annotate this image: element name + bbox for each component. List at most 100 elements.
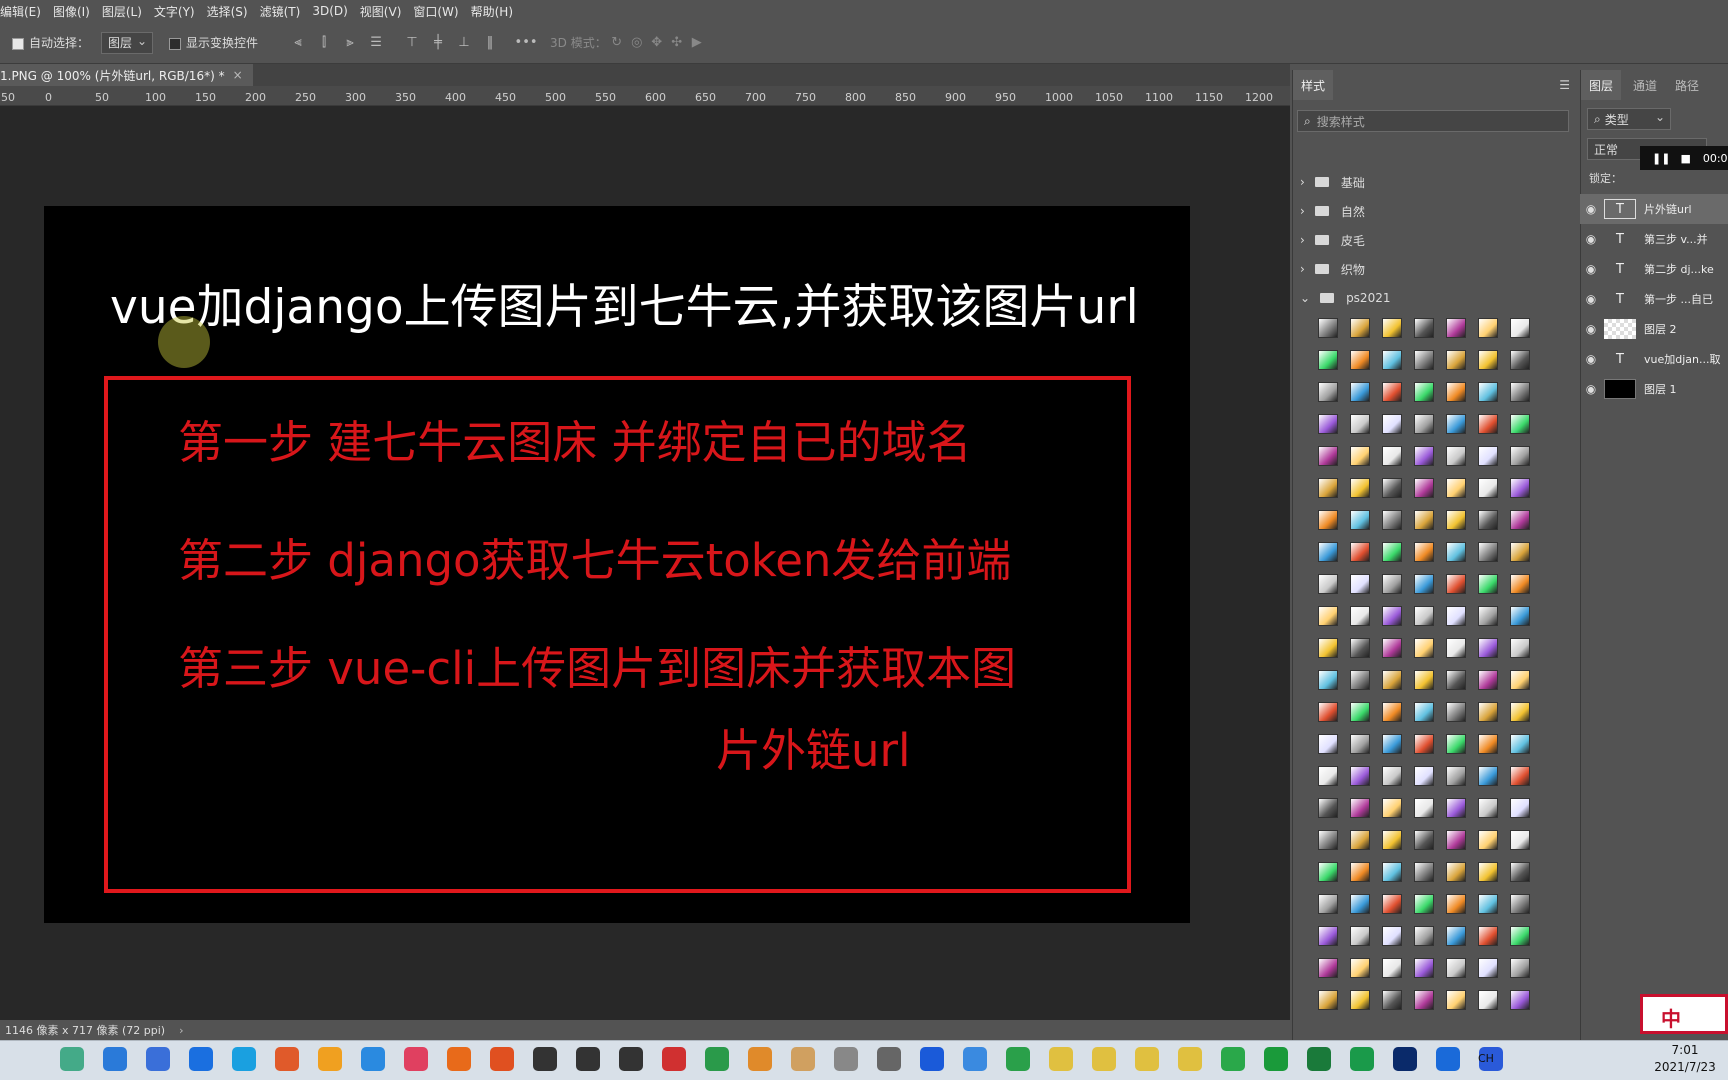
eye-icon[interactable]: ◉ xyxy=(1580,352,1602,366)
style-swatch[interactable] xyxy=(1510,734,1530,754)
style-swatch[interactable] xyxy=(1350,990,1370,1010)
align-center-icon[interactable]: ⫿ xyxy=(314,33,334,53)
taskbar-app-icon[interactable] xyxy=(1307,1047,1331,1071)
style-swatch[interactable] xyxy=(1446,830,1466,850)
style-swatch[interactable] xyxy=(1350,734,1370,754)
style-swatch[interactable] xyxy=(1510,958,1530,978)
style-swatch[interactable] xyxy=(1382,606,1402,626)
style-swatch[interactable] xyxy=(1510,574,1530,594)
menu-select[interactable]: 选择(S) xyxy=(207,3,248,20)
step3-continuation-text[interactable]: 片外链url xyxy=(716,714,911,779)
folder-nature[interactable]: › 自然 xyxy=(1300,201,1365,221)
distribute-icon[interactable]: ☰ xyxy=(366,33,386,53)
document-tab[interactable]: 1.PNG @ 100% (片外链url, RGB/16*) * × xyxy=(0,64,253,86)
style-swatch[interactable] xyxy=(1350,926,1370,946)
taskbar-app-icon[interactable] xyxy=(361,1047,385,1071)
taskbar-app-icon[interactable] xyxy=(1092,1047,1116,1071)
taskbar-app-icon[interactable] xyxy=(103,1047,127,1071)
layer-row-layer2[interactable]: ◉ 图层 2 xyxy=(1580,314,1728,344)
style-swatch[interactable] xyxy=(1318,926,1338,946)
layer-row-text-url[interactable]: ◉ T 片外链url xyxy=(1580,194,1728,224)
style-swatch[interactable] xyxy=(1510,798,1530,818)
style-swatch[interactable] xyxy=(1446,382,1466,402)
style-swatch[interactable] xyxy=(1510,542,1530,562)
taskbar-app-icon[interactable] xyxy=(447,1047,471,1071)
3d-slide-icon[interactable]: ✣ xyxy=(667,33,687,53)
style-swatch[interactable] xyxy=(1318,958,1338,978)
style-swatch[interactable] xyxy=(1446,478,1466,498)
style-swatch[interactable] xyxy=(1478,670,1498,690)
style-swatch[interactable] xyxy=(1478,478,1498,498)
auto-select-option[interactable]: 自动选择： xyxy=(12,34,89,51)
style-swatch[interactable] xyxy=(1318,574,1338,594)
style-swatch[interactable] xyxy=(1446,350,1466,370)
align-top-icon[interactable]: ⊤ xyxy=(402,33,422,53)
style-swatch[interactable] xyxy=(1414,574,1434,594)
style-swatch[interactable] xyxy=(1382,670,1402,690)
taskbar-app-icon[interactable] xyxy=(1135,1047,1159,1071)
style-swatch[interactable] xyxy=(1350,478,1370,498)
style-swatch[interactable] xyxy=(1382,766,1402,786)
style-swatch[interactable] xyxy=(1478,798,1498,818)
style-swatch[interactable] xyxy=(1318,318,1338,338)
taskbar-app-icon[interactable] xyxy=(791,1047,815,1071)
style-swatch[interactable] xyxy=(1478,382,1498,402)
style-swatch[interactable] xyxy=(1478,510,1498,530)
language-indicator[interactable]: CH xyxy=(1478,1052,1494,1065)
style-swatch[interactable] xyxy=(1318,382,1338,402)
step2-text[interactable]: 第二步 django获取七牛云token发给前端 xyxy=(178,524,1011,589)
folder-fabric[interactable]: › 织物 xyxy=(1300,259,1365,279)
stop-icon[interactable]: ■ xyxy=(1680,152,1690,165)
chevron-right-icon[interactable]: › xyxy=(179,1024,183,1037)
style-swatch[interactable] xyxy=(1382,510,1402,530)
taskbar-app-icon[interactable] xyxy=(920,1047,944,1071)
style-swatch[interactable] xyxy=(1510,830,1530,850)
style-swatch[interactable] xyxy=(1414,414,1434,434)
layer-row-title[interactable]: ◉ T vue加djan...取 xyxy=(1580,344,1728,374)
style-swatch[interactable] xyxy=(1318,862,1338,882)
taskbar-app-icon[interactable] xyxy=(1178,1047,1202,1071)
layer-filter-dropdown[interactable]: ⌕ 类型 xyxy=(1587,108,1671,130)
style-swatch[interactable] xyxy=(1446,702,1466,722)
taskbar-app-icon[interactable] xyxy=(318,1047,342,1071)
style-swatch[interactable] xyxy=(1318,542,1338,562)
layer-row-layer1[interactable]: ◉ 图层 1 xyxy=(1580,374,1728,404)
style-swatch[interactable] xyxy=(1478,862,1498,882)
taskbar-app-icon[interactable] xyxy=(1264,1047,1288,1071)
style-swatch[interactable] xyxy=(1478,638,1498,658)
style-swatch[interactable] xyxy=(1510,510,1530,530)
style-swatch[interactable] xyxy=(1382,478,1402,498)
style-swatch[interactable] xyxy=(1350,798,1370,818)
style-swatch[interactable] xyxy=(1478,766,1498,786)
3d-scale-icon[interactable]: ▶ xyxy=(687,33,707,53)
style-swatch[interactable] xyxy=(1350,510,1370,530)
3d-roll-icon[interactable]: ◎ xyxy=(627,33,647,53)
step3-text[interactable]: 第三步 vue-cli上传图片到图床并获取本图 xyxy=(178,632,1016,697)
style-swatch[interactable] xyxy=(1446,606,1466,626)
style-swatch[interactable] xyxy=(1318,478,1338,498)
style-swatch[interactable] xyxy=(1478,574,1498,594)
distribute-vertical-icon[interactable]: ‖ xyxy=(480,33,500,53)
style-swatch[interactable] xyxy=(1414,894,1434,914)
eye-icon[interactable]: ◉ xyxy=(1580,382,1602,396)
style-swatch[interactable] xyxy=(1510,702,1530,722)
style-swatch[interactable] xyxy=(1382,638,1402,658)
tab-channels[interactable]: 通道 xyxy=(1625,70,1665,100)
style-swatch[interactable] xyxy=(1382,798,1402,818)
taskbar-app-icon[interactable] xyxy=(1393,1047,1417,1071)
style-swatch[interactable] xyxy=(1350,894,1370,914)
taskbar-app-icon[interactable] xyxy=(404,1047,428,1071)
style-search-input[interactable]: ⌕ 搜索样式 xyxy=(1297,110,1569,132)
style-swatch[interactable] xyxy=(1446,510,1466,530)
taskbar-app-icon[interactable] xyxy=(705,1047,729,1071)
tab-styles[interactable]: 样式 xyxy=(1293,70,1334,100)
style-swatch[interactable] xyxy=(1350,446,1370,466)
style-swatch[interactable] xyxy=(1382,350,1402,370)
style-swatch[interactable] xyxy=(1414,510,1434,530)
taskbar-app-icon[interactable] xyxy=(490,1047,514,1071)
eye-icon[interactable]: ◉ xyxy=(1580,202,1602,216)
align-middle-icon[interactable]: ╪ xyxy=(428,33,448,53)
taskbar-app-icon[interactable] xyxy=(146,1047,170,1071)
style-swatch[interactable] xyxy=(1414,542,1434,562)
align-left-icon[interactable]: ⫷ xyxy=(288,33,308,53)
